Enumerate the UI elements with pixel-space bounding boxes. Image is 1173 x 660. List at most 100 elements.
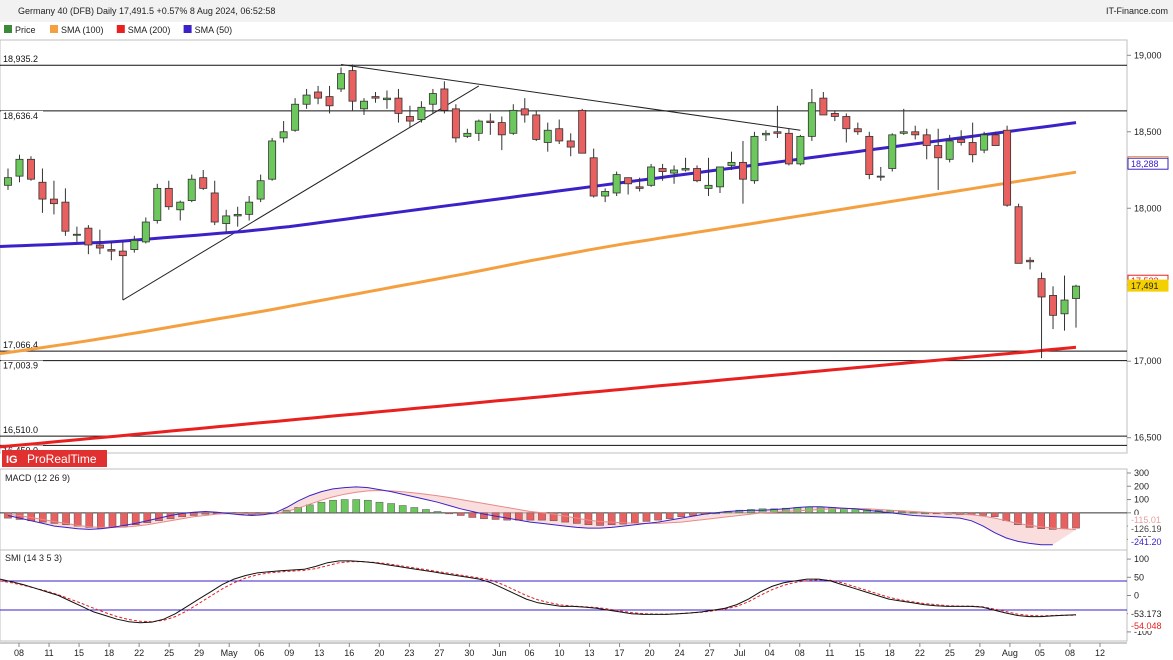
chart-canvas: Germany 40 (DFB) Daily 17,491.5 +0.57% 8… — [0, 0, 1173, 660]
x-tick-label-18: 10 — [554, 648, 564, 658]
x-tick-label-21: 20 — [645, 648, 655, 658]
macd-hist-bar-40 — [468, 512, 477, 518]
candle-body-74 — [853, 128, 862, 133]
candle-body-9 — [107, 249, 116, 252]
logo-mark: IG — [6, 454, 18, 466]
candle-body-78 — [899, 131, 908, 134]
price-tick-label-2: 18,000 — [1134, 203, 1162, 213]
candle-body-25 — [291, 103, 300, 131]
candle-body-53 — [612, 174, 621, 194]
x-tick-label-16: Jun — [492, 648, 507, 658]
macd-hist-bar-13 — [155, 512, 163, 522]
x-tick-label-3: 18 — [104, 648, 114, 658]
candle-body-10 — [118, 250, 127, 257]
macd-hist-bar-7 — [85, 512, 94, 528]
candle-body-59 — [681, 168, 690, 171]
candle-body-56 — [647, 166, 656, 186]
candle-body-64 — [739, 161, 747, 180]
level-label-4: 16,510.0 — [3, 425, 38, 435]
macd-hist-bar-6 — [73, 512, 82, 527]
candle-body-20 — [233, 213, 242, 217]
x-tick-label-31: 25 — [945, 648, 955, 658]
macd-hist-bar-77 — [898, 511, 906, 514]
macd-hist-bar-16 — [189, 512, 198, 516]
x-tick-label-20: 17 — [615, 648, 625, 658]
candle-body-73 — [842, 116, 851, 130]
macd-hist-bar-78 — [909, 511, 918, 514]
price-tick-label-1: 18,500 — [1134, 127, 1162, 137]
macd-hist-bar-31 — [364, 499, 372, 514]
candle-body-69 — [796, 135, 805, 165]
x-tick-label-25: 04 — [765, 648, 775, 658]
candle-body-22 — [256, 180, 265, 200]
macd-hist-bar-57 — [665, 512, 674, 520]
candle-body-79 — [911, 131, 920, 136]
level-label-1: 18,636.4 — [3, 111, 38, 121]
macd-hist-bar-28 — [329, 499, 337, 514]
candle-body-58 — [670, 169, 679, 174]
price-tag-1: 18,288 — [1131, 159, 1159, 169]
legend-label-2: SMA (200) — [128, 25, 171, 35]
x-tick-label-1: 11 — [44, 648, 53, 658]
x-tick-label-35: 08 — [1065, 648, 1075, 658]
x-tick-label-36: 12 — [1095, 648, 1105, 658]
macd-hist-bar-0 — [4, 512, 12, 519]
price-tick-label-5: 16,500 — [1134, 433, 1162, 443]
x-tick-label-7: May — [221, 648, 239, 658]
macd-hist-bar-10 — [120, 512, 128, 527]
x-tick-label-23: 27 — [705, 648, 715, 658]
x-tick-label-33: Aug — [1002, 648, 1018, 658]
x-tick-label-9: 09 — [284, 648, 294, 658]
x-tick-label-4: 22 — [134, 648, 144, 658]
macd-hist-bar-33 — [387, 503, 395, 514]
candle-body-75 — [865, 135, 874, 176]
macd-hist-bar-48 — [561, 512, 570, 523]
macd-hist-bar-34 — [398, 505, 407, 514]
x-tick-label-22: 24 — [675, 648, 685, 658]
candle-body-92 — [1060, 299, 1069, 315]
macd-hist-bar-35 — [410, 507, 419, 514]
candle-body-1 — [15, 158, 24, 177]
macd-label: MACD (12 26 9) — [5, 473, 70, 483]
macd-hist-bar-39 — [456, 512, 465, 516]
candle-body-50 — [578, 109, 587, 154]
candle-body-62 — [716, 166, 724, 188]
macd-hist-bar-91 — [1060, 512, 1069, 530]
candle-body-2 — [27, 158, 35, 180]
macd-hist-bar-8 — [97, 512, 105, 529]
candle-body-33 — [383, 97, 391, 101]
macd-hist-bar-38 — [445, 512, 453, 515]
macd-hist-bar-58 — [677, 512, 686, 518]
macd-hist-bar-29 — [340, 499, 349, 514]
x-tick-label-12: 20 — [374, 648, 384, 658]
candle-body-81 — [934, 145, 943, 159]
x-tick-label-10: 13 — [314, 648, 324, 658]
macd-hist-bar-51 — [596, 512, 604, 526]
candle-body-15 — [176, 201, 185, 211]
candle-body-90 — [1037, 278, 1046, 298]
x-tick-label-8: 06 — [254, 648, 264, 658]
legend-swatch-1 — [50, 25, 58, 33]
macd-hist-bar-32 — [375, 501, 384, 514]
candle-body-84 — [968, 142, 977, 156]
candle-body-13 — [153, 187, 162, 221]
macd-hist-bar-55 — [642, 512, 651, 522]
macd-hist-bar-59 — [689, 512, 697, 516]
smi-tag-1: -54.048 — [1131, 621, 1162, 631]
candle-body-54 — [624, 177, 633, 185]
prorealtime-logo: IG ProRealTime — [2, 450, 107, 467]
candle-body-60 — [693, 168, 701, 182]
macd-tag-2: -241.20 — [1131, 537, 1162, 547]
candle-body-0 — [4, 177, 12, 186]
candle-body-61 — [704, 184, 713, 189]
candle-body-39 — [451, 108, 460, 139]
candle-body-34 — [394, 97, 403, 114]
macd-panel — [0, 468, 1128, 551]
candle-body-67 — [773, 131, 782, 134]
x-tick-label-14: 27 — [434, 648, 444, 658]
candle-body-23 — [268, 140, 277, 180]
candle-body-93 — [1072, 285, 1080, 299]
x-tick-label-13: 23 — [404, 648, 414, 658]
candle-body-36 — [417, 106, 426, 120]
candle-body-5 — [61, 201, 70, 232]
